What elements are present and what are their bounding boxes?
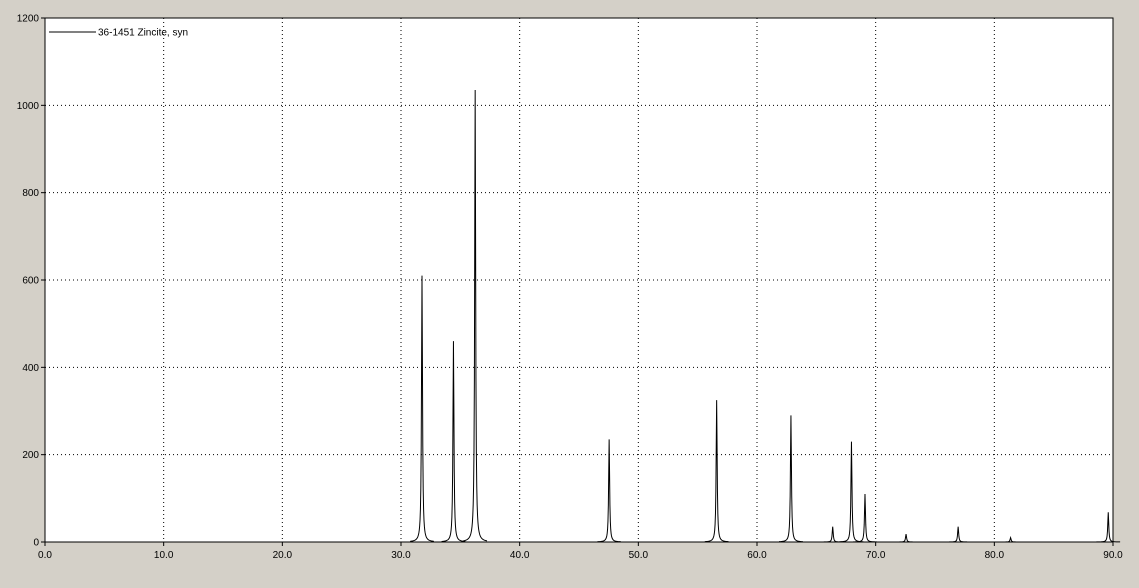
legend-label: 36-1451 Zincite, syn — [98, 28, 188, 39]
chart-svg: 0.0 10.0 20.0 30.0 40.0 50.0 60.0 70.0 80.0 90.0 0… — [17, 14, 1123, 562]
x-tick-label: 0.0 — [38, 550, 52, 561]
x-tick-label: 50.0 — [629, 550, 649, 561]
x-tick-label: 20.0 — [273, 550, 293, 561]
y-tick-label: 800 — [22, 188, 39, 199]
x-tick-label: 40.0 — [510, 550, 530, 561]
y-tick-label: 1200 — [17, 14, 40, 25]
x-tick-label: 90.0 — [1103, 550, 1123, 561]
y-tick-label: 200 — [22, 450, 39, 461]
y-tick-label: 1000 — [17, 101, 40, 112]
y-tick-label: 600 — [22, 276, 39, 287]
x-tick-label: 70.0 — [866, 550, 886, 561]
y-tick-label: 400 — [22, 363, 39, 374]
x-tick-label: 30.0 — [391, 550, 411, 561]
x-tick-label: 60.0 — [747, 550, 767, 561]
y-tick-label: 0 — [33, 538, 39, 549]
x-tick-label: 10.0 — [154, 550, 174, 561]
x-tick-label: 80.0 — [985, 550, 1005, 561]
xrd-chart: 0.0 10.0 20.0 30.0 40.0 50.0 60.0 70.0 80.0 90.0 0… — [0, 0, 1139, 583]
